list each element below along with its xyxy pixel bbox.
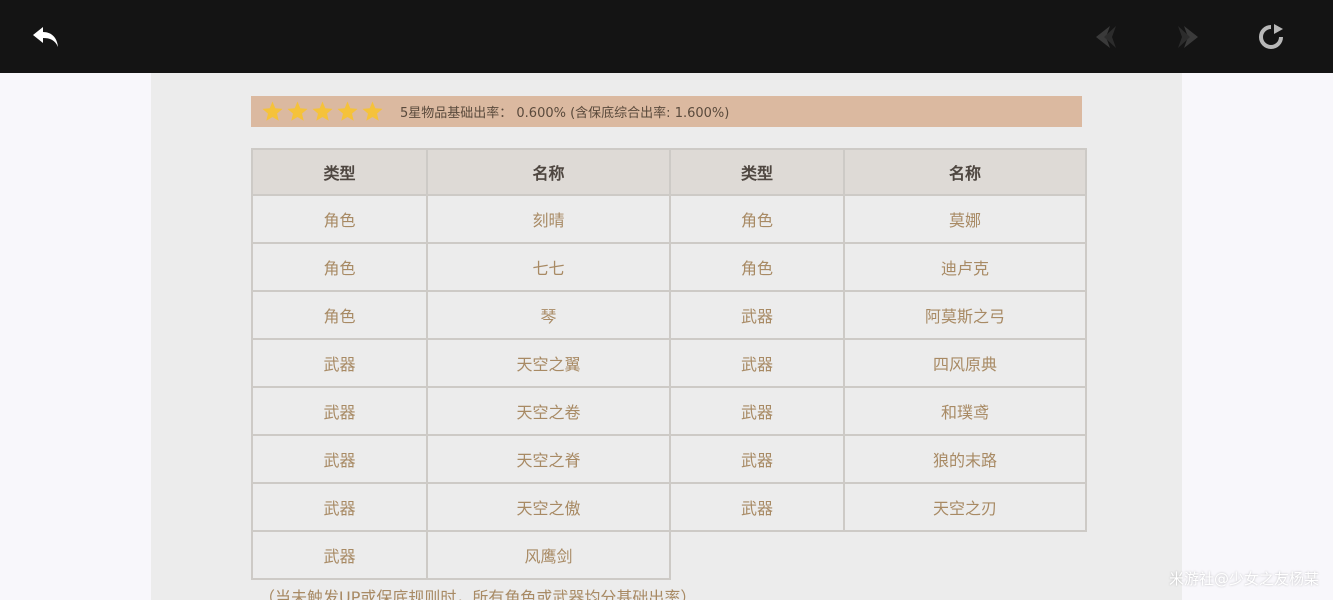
item-type-cell: 武器 [669,338,845,388]
item-name-cell: 琴 [426,290,671,340]
rate-banner: 5星物品基础出率： 0.600% (含保底综合出率: 1.600%) [251,96,1082,127]
table-row: 武器 天空之卷 武器 和璞鸢 [251,386,1087,436]
table-row: 角色 刻晴 角色 莫娜 [251,194,1087,244]
star-icon [312,101,333,121]
item-name-cell: 和璞鸢 [843,386,1087,436]
back-arrow-icon[interactable] [28,19,64,55]
item-name-cell: 天空之翼 [426,338,671,388]
item-name-cell: 风鹰剑 [426,530,671,580]
prev-arrow-icon[interactable] [1088,19,1124,55]
item-name-cell: 狼的末路 [843,434,1087,484]
item-type-cell: 角色 [669,242,845,292]
header-type: 类型 [669,148,845,196]
star-icon [287,101,308,121]
item-type-cell: 角色 [251,242,428,292]
item-type-cell: 武器 [669,482,845,532]
item-type-cell: 武器 [669,290,845,340]
table-row: 武器 天空之脊 武器 狼的末路 [251,434,1087,484]
item-name-cell: 阿莫斯之弓 [843,290,1087,340]
table-header-row: 类型 名称 类型 名称 [251,148,1087,196]
item-type-cell: 武器 [669,434,845,484]
item-type-cell: 武器 [251,386,428,436]
pool-detail-panel: 5星物品基础出率： 0.600% (含保底综合出率: 1.600%) 类型 名称… [151,73,1182,600]
rate-text: 5星物品基础出率： 0.600% (含保底综合出率: 1.600%) [400,106,730,121]
item-type-cell: 武器 [251,530,428,580]
item-name-cell: 天空之脊 [426,434,671,484]
item-name-cell: 迪卢克 [843,242,1087,292]
refresh-icon[interactable] [1253,19,1289,55]
top-toolbar [0,0,1333,73]
header-name: 名称 [843,148,1087,196]
next-arrow-icon[interactable] [1170,19,1206,55]
item-name-cell: 天空之傲 [426,482,671,532]
watermark: 米游社@少女之友杨某 [1168,570,1319,588]
table-row: 角色琴武器 阿莫斯之弓 [251,290,1087,340]
item-type-cell: 武器 [669,386,845,436]
empty-cell [844,531,1086,579]
table-row: 角色 七七 角色 迪卢克 [251,242,1087,292]
item-name-cell: 莫娜 [843,194,1087,244]
table-row: 武器 天空之翼 武器 四风原典 [251,338,1087,388]
table-row: 武器 风鹰剑 [251,530,1086,580]
header-type: 类型 [251,148,428,196]
empty-cell [670,531,844,579]
table-row: 武器 天空之傲 武器 天空之刃 [251,482,1087,532]
item-name-cell: 天空之刃 [843,482,1087,532]
item-type-cell: 武器 [251,434,428,484]
item-name-cell: 天空之卷 [426,386,671,436]
item-type-cell: 角色 [669,194,845,244]
item-type-cell: 角色 [251,290,428,340]
item-table: 类型 名称 类型 名称 角色 刻晴 角色 莫娜 角色 七七 角色 迪卢克 角色琴武器 阿莫斯之弓武… [251,148,1087,580]
item-type-cell: 武器 [251,338,428,388]
footnote: （当未触发UP或保底规则时，所有角色或武器均分基础出率） [259,588,697,600]
item-type-cell: 武器 [251,482,428,532]
star-icon [362,101,383,121]
star-icon [262,101,283,121]
header-name: 名称 [426,148,671,196]
item-type-cell: 角色 [251,194,428,244]
item-name-cell: 刻晴 [426,194,671,244]
item-name-cell: 七七 [426,242,671,292]
star-icon [337,101,358,121]
star-rating [261,100,386,123]
item-name-cell: 四风原典 [843,338,1087,388]
